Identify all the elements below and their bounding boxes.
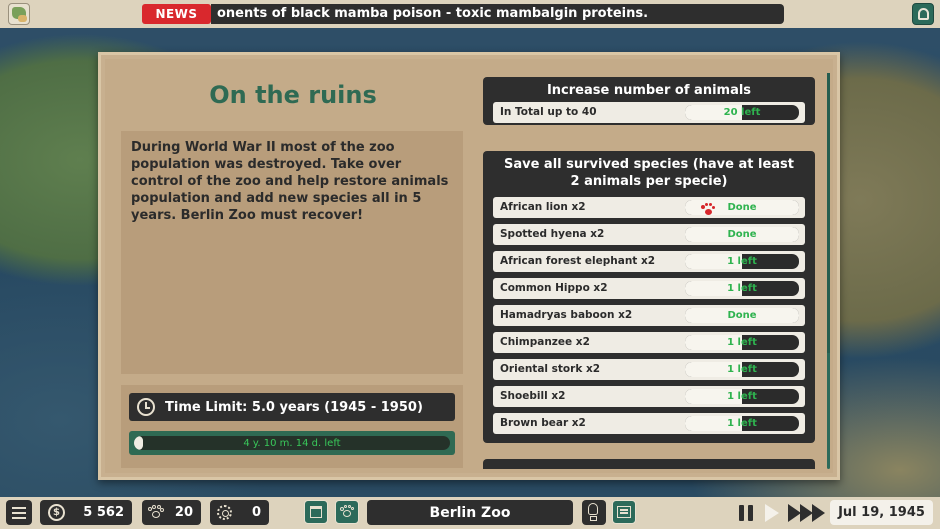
goal-row: African lion x2 Done [493,197,805,218]
paw-icon [701,203,715,215]
stats-icon [617,506,631,518]
goal-label: African forest elephant x2 [500,255,656,267]
animals-button[interactable] [335,500,359,524]
bulb-icon [588,503,598,521]
play-icon[interactable] [765,504,779,522]
goal-status: 1 left [727,364,757,375]
goal-card-title: Increase number of animals [546,83,752,98]
goal-row: Common Hippo x2 1 left [493,278,805,299]
goal-label: African lion x2 [500,201,586,213]
money-value: 5 562 [83,505,124,520]
time-limit-label: Time Limit: 5.0 years (1945 - 1950) [129,393,455,421]
paw-icon [148,505,164,520]
gear-icon [217,505,232,520]
goal-row: Oriental stork x2 1 left [493,359,805,380]
goal-label: Oriental stork x2 [500,363,601,375]
game-date: Jul 19, 1945 [830,500,933,525]
goal-status: 20 left [723,107,761,118]
goal-card-next [483,459,815,469]
goal-progress-bar: 1 left [685,335,799,350]
goal-status: 1 left [727,337,757,348]
goal-label: Brown bear x2 [500,417,586,429]
goal-progress-bar: 1 left [685,254,799,269]
animal-counter[interactable]: 20 [142,500,201,525]
goal-card-increase: Increase number of animals In Total up t… [483,77,815,125]
stats-button[interactable] [612,500,636,524]
goal-progress-bar: 20 left [685,105,799,120]
clock-icon [137,398,155,416]
time-left-text: 4 y. 10 m. 14 d. left [243,437,341,449]
goal-label: Chimpanzee x2 [500,336,590,348]
goal-status: 1 left [727,391,757,402]
bell-icon[interactable] [912,3,934,25]
goal-row: African forest elephant x2 1 left [493,251,805,272]
shop-icon [310,506,322,518]
goal-row: Brown bear x2 1 left [493,413,805,434]
goal-card-species: Save all survived species (have at least… [483,151,815,443]
goal-status: 1 left [727,283,757,294]
goal-label: Spotted hyena x2 [500,228,605,240]
goal-row: Spotted hyena x2 Done [493,224,805,245]
time-limit-text: Time Limit: 5.0 years (1945 - 1950) [165,399,423,415]
ideas-button[interactable] [582,500,606,525]
goal-status: 1 left [727,418,757,429]
goal-status: Done [727,229,757,240]
scenario-description: During World War II most of the zoo popu… [121,131,463,374]
goal-label: In Total up to 40 [500,106,597,118]
top-bar: NEWS onents of black mamba poison - toxi… [0,0,940,28]
goal-progress-bar: 1 left [685,362,799,377]
goal-row: Shoebill x2 1 left [493,386,805,407]
goals-list[interactable]: Increase number of animals In Total up t… [483,77,821,469]
staff-counter[interactable]: 0 [210,500,269,525]
goal-status: 1 left [727,256,757,267]
zoo-name[interactable]: Berlin Zoo [367,500,573,525]
time-limit-box: Time Limit: 5.0 years (1945 - 1950) 4 y.… [121,385,463,468]
animal-count-value: 20 [174,505,193,520]
goal-row: Chimpanzee x2 1 left [493,332,805,353]
goal-progress-bar: 1 left [685,281,799,296]
menu-icon[interactable] [6,500,32,525]
goal-progress-bar: 1 left [685,416,799,431]
shop-button[interactable] [304,500,328,524]
scenario-panel: On the ruins During World War II most of… [98,52,840,480]
scenario-title: On the ruins [209,81,377,109]
coin-icon: $ [48,504,65,521]
pause-icon[interactable] [739,505,755,521]
goal-row: In Total up to 40 20 left [493,102,805,123]
news-badge: NEWS [142,4,211,24]
goal-card-title: Save all survived species (have at least… [503,157,795,189]
goal-label: Hamadryas baboon x2 [500,309,633,321]
fast-forward-icon[interactable] [788,504,825,522]
goal-row: Hamadryas baboon x2 Done [493,305,805,326]
time-progress-bar: 4 y. 10 m. 14 d. left [129,431,455,455]
money-counter[interactable]: $ 5 562 [40,500,132,525]
news-ticker[interactable]: onents of black mamba poison - toxic mam… [211,4,784,24]
goal-progress-bar: Done [685,227,799,242]
goals-scrollbar-thumb[interactable] [827,73,830,353]
staff-count-value: 0 [251,505,261,520]
goal-progress-bar: Done [685,200,799,215]
goal-label: Common Hippo x2 [500,282,608,294]
goal-progress-bar: Done [685,308,799,323]
goal-label: Shoebill x2 [500,390,566,402]
paw-icon [340,505,354,519]
map-icon[interactable] [8,3,30,25]
goal-status: Done [727,310,757,321]
goal-progress-bar: 1 left [685,389,799,404]
